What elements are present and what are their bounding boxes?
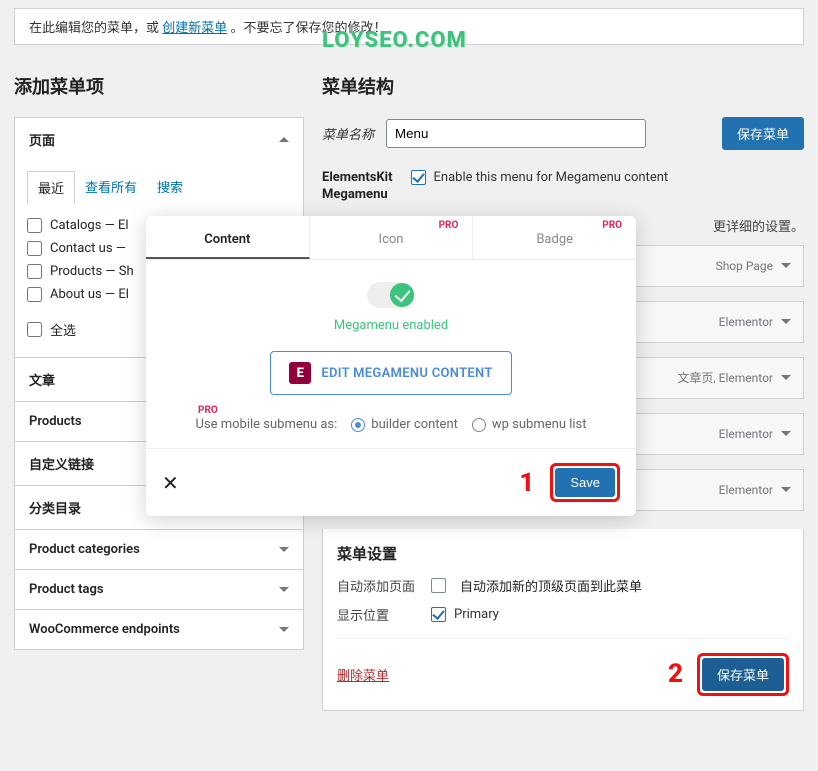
radio-builder[interactable]: builder content	[351, 417, 458, 432]
menu-item-4-type: Elementor	[719, 483, 773, 497]
acc-products-label: Products	[29, 414, 82, 429]
caret-down-icon	[781, 431, 791, 436]
tab-icon[interactable]: PRO Icon	[310, 216, 474, 259]
acc-woo-label: WooCommerce endpoints	[29, 622, 180, 637]
acc-page-head[interactable]: 页面	[15, 118, 303, 161]
pro-badge: PRO	[439, 220, 459, 231]
bottom-row: 删除菜单 2 保存菜单	[337, 638, 789, 696]
close-icon[interactable]: ✕	[162, 471, 179, 495]
tab-all[interactable]: 查看所有	[75, 171, 147, 204]
acc-ptag-label: Product tags	[29, 582, 104, 597]
ekit-label: ElementsKit Megamenu	[322, 170, 393, 204]
location-text: Primary	[454, 607, 499, 622]
caret-down-icon	[279, 627, 289, 632]
page-mini-tabs: 最近 查看所有 搜索	[27, 171, 291, 204]
modal-body: Megamenu enabled E EDIT MEGAMENU CONTENT…	[146, 260, 636, 448]
acc-post-label: 文章	[29, 370, 55, 389]
caret-down-icon	[781, 319, 791, 324]
modal-tabs: Content PRO Icon PRO Badge	[146, 216, 636, 260]
wp-menu-page: 在此编辑您的菜单，或 创建新菜单 。不要忘了保存您的修改！ LOYSEO.COM…	[0, 0, 818, 771]
caret-down-icon	[279, 547, 289, 552]
menu-item-3-type: Elementor	[719, 427, 773, 441]
caret-down-icon	[279, 587, 289, 592]
modal-save-button[interactable]: Save	[555, 468, 615, 497]
location-checkbox[interactable]: Primary	[431, 607, 499, 622]
menu-name-input[interactable]	[386, 119, 646, 148]
create-menu-link[interactable]: 创建新菜单	[162, 21, 227, 36]
annotation-2: 2	[668, 661, 689, 687]
acc-ptag[interactable]: Product tags	[15, 570, 303, 609]
ekit-enable-label: Enable this menu for Megamenu content	[434, 170, 669, 185]
menu-item-2-type: 文章页, Elementor	[677, 369, 773, 386]
ekit-row: ElementsKit Megamenu Enable this menu fo…	[322, 170, 804, 204]
auto-add-text: 自动添加新的顶级页面到此菜单	[460, 576, 642, 595]
notice-suffix: 。不要忘了保存您的修改！	[231, 21, 387, 36]
acc-pcat[interactable]: Product categories	[15, 530, 303, 569]
caret-down-icon	[781, 263, 791, 268]
tab-search[interactable]: 搜索	[147, 171, 193, 204]
page-item-2-label: Products — Sh	[50, 264, 134, 279]
menu-settings-heading: 菜单设置	[337, 543, 789, 564]
page-item-3-label: About us — El	[50, 287, 129, 302]
menu-name-row: 菜单名称 保存菜单	[322, 117, 804, 150]
auto-add-row: 自动添加页面 自动添加新的顶级页面到此菜单	[337, 576, 789, 595]
mobile-submenu-row: PRO Use mobile submenu as: builder conte…	[166, 417, 616, 432]
toggle-label: Megamenu enabled	[166, 318, 616, 333]
radio-icon	[351, 418, 365, 432]
page-item-1-label: Contact us —	[50, 241, 126, 256]
auto-add-checkbox[interactable]	[431, 578, 446, 593]
megamenu-modal: Content PRO Icon PRO Badge Megamenu enab…	[146, 216, 636, 516]
delete-menu-link[interactable]: 删除菜单	[337, 665, 389, 684]
radio-wp[interactable]: wp submenu list	[472, 417, 587, 432]
acc-woo[interactable]: WooCommerce endpoints	[15, 610, 303, 649]
page-item-3-checkbox[interactable]	[27, 287, 42, 302]
auto-add-label: 自动添加页面	[337, 576, 417, 595]
page-item-2-checkbox[interactable]	[27, 264, 42, 279]
elementor-icon: E	[289, 362, 311, 384]
edit-megamenu-label: EDIT MEGAMENU CONTENT	[321, 366, 492, 381]
menu-item-0-type: Shop Page	[716, 259, 773, 273]
caret-up-icon	[279, 137, 289, 142]
caret-down-icon	[781, 375, 791, 380]
highlight-save-bottom: 保存菜单	[697, 653, 789, 696]
tab-badge[interactable]: PRO Badge	[473, 216, 636, 259]
ekit-enable-checkbox[interactable]: Enable this menu for Megamenu content	[411, 170, 669, 185]
acc-cat-label: 分类目录	[29, 498, 81, 517]
page-item-0-label: Catalogs — El	[50, 218, 129, 233]
acc-page-label: 页面	[29, 130, 55, 149]
caret-down-icon	[781, 487, 791, 492]
location-label: 显示位置	[337, 605, 417, 624]
megamenu-toggle[interactable]	[367, 282, 415, 308]
pro-badge: PRO	[602, 220, 622, 231]
mobile-label: Use mobile submenu as:	[195, 417, 337, 432]
annotation-1: 1	[519, 470, 540, 496]
top-notice: 在此编辑您的菜单，或 创建新菜单 。不要忘了保存您的修改！	[14, 8, 804, 45]
add-items-heading: 添加菜单项	[14, 73, 304, 99]
page-item-1-checkbox[interactable]	[27, 241, 42, 256]
menu-name-label: 菜单名称	[322, 124, 374, 143]
location-row: 显示位置 Primary	[337, 605, 789, 624]
tab-content[interactable]: Content	[146, 216, 310, 259]
save-menu-bottom-button[interactable]: 保存菜单	[702, 658, 784, 691]
notice-prefix: 在此编辑您的菜单，或	[29, 21, 159, 36]
modal-footer: ✕ 1 Save	[146, 448, 636, 516]
menu-settings: 菜单设置 自动添加页面 自动添加新的顶级页面到此菜单 显示位置 Primary …	[322, 529, 804, 711]
toggle-knob-icon	[390, 283, 414, 307]
highlight-save-modal: Save	[550, 463, 620, 502]
structure-heading: 菜单结构	[322, 73, 804, 99]
check-icon	[411, 170, 426, 185]
check-icon	[431, 607, 446, 622]
edit-megamenu-button[interactable]: E EDIT MEGAMENU CONTENT	[270, 351, 511, 395]
save-menu-top-button[interactable]: 保存菜单	[722, 117, 804, 150]
acc-custom-label: 自定义链接	[29, 454, 94, 473]
radio-icon	[472, 418, 486, 432]
pro-badge: PRO	[198, 405, 218, 416]
acc-pcat-label: Product categories	[29, 542, 140, 557]
menu-item-1-type: Elementor	[719, 315, 773, 329]
select-all-checkbox[interactable]	[27, 322, 42, 337]
select-all-label: 全选	[50, 320, 76, 339]
page-item-0-checkbox[interactable]	[27, 218, 42, 233]
tab-recent[interactable]: 最近	[27, 171, 75, 204]
